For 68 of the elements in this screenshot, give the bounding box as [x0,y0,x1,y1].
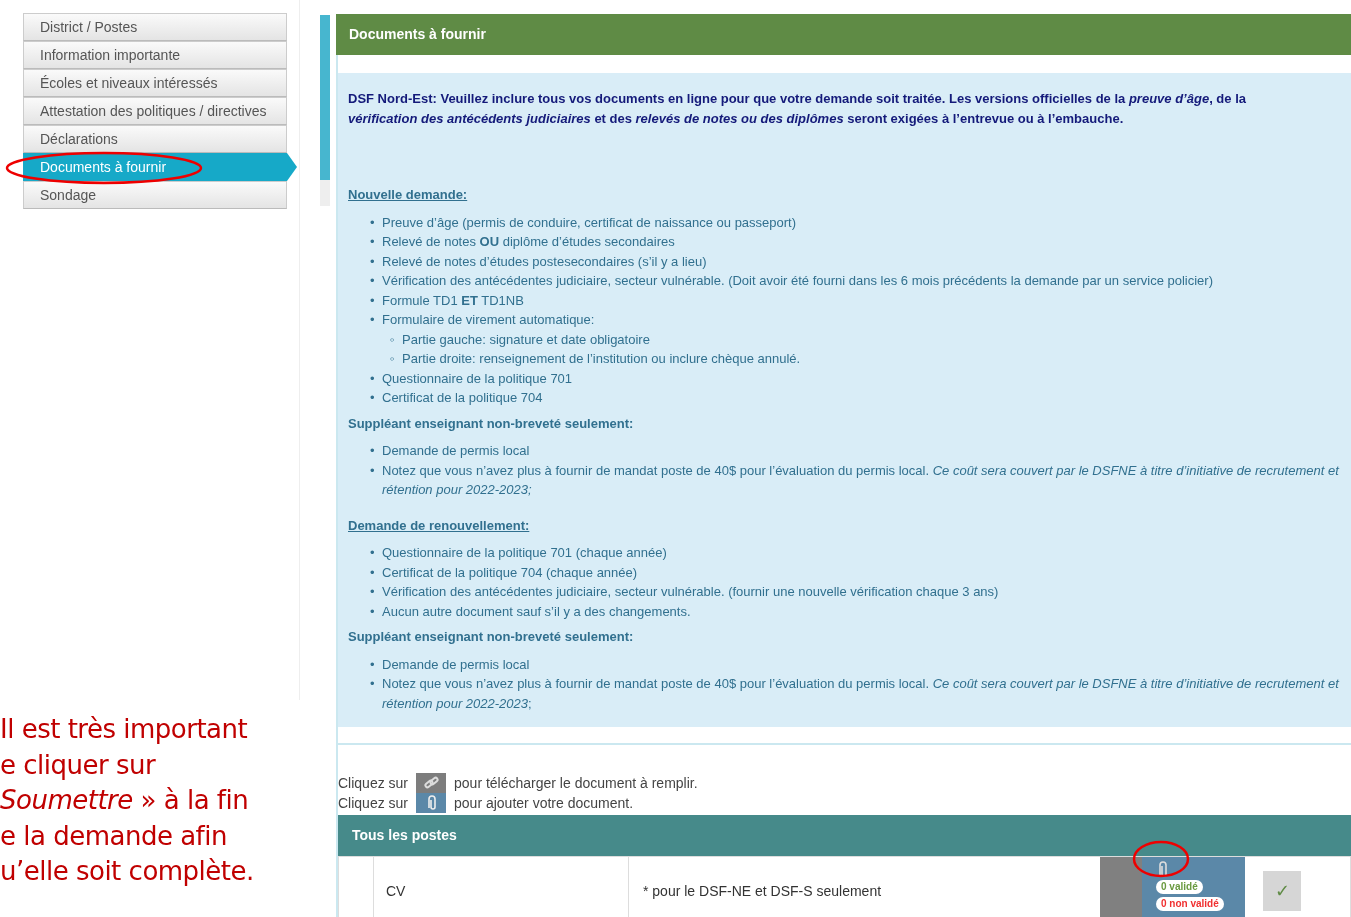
bullet: • [370,675,376,693]
bullet: • [370,461,376,480]
bullet: • [370,602,376,621]
sidebar-item[interactable]: District / Postes [23,13,287,41]
link-icon [416,773,447,793]
bullet: ◦ [390,350,396,368]
bullet: • [370,563,376,582]
sidebar-item[interactable]: Sondage [23,181,287,209]
status-badge: 0 validé [1156,880,1203,894]
section-heading: Demande de renouvellement: [348,516,531,535]
panel-header: Documents à fournir [336,14,1351,55]
bullet: • [370,442,376,460]
bullet: • [370,213,376,232]
bullet: • [370,291,376,310]
section-subheading: Suppléant enseignant non-breveté seulement: [348,414,635,433]
paperclip-icon[interactable] [1156,861,1170,877]
table-header: Tous les postes [338,815,1351,856]
annotation-circle [1131,840,1191,878]
bullet: • [370,655,376,674]
note-line: e cliquer sur [0,748,157,782]
list-item: Notez que vous n’avez plus à fournir de mandat poste de 40$ pour l’évaluation du permis local. Ce coût sera couvert par le DSFNE à titre d’initiative de recrutement et rétention pour 2022-2023; [382,461,1340,499]
list-item: Partie gauche: signature et date obligatoire [402,330,650,349]
list-item: Formule TD1 ET TD1NB [382,291,524,310]
bullet: • [370,369,376,388]
list-item: Demande de permis local [382,655,530,674]
list-item: Preuve d’âge (permis de conduire, certificat de naissance ou passeport) [382,213,797,232]
status-cell [1100,857,1142,917]
list-item: Formulaire de virement automatique: [382,311,595,329]
section-heading: Nouvelle demande: [348,186,469,204]
list-item: Vérification des antécédentes judiciaire, secteur vulnérable. (Doit avoir été fourni dans les 6 mois précédents la demande par un service policier) [382,272,1213,290]
bullet: • [370,233,376,251]
bullet: • [370,544,376,562]
status-badge: 0 non validé [1156,897,1224,911]
list-item: Certificat de la politique 704 [382,389,543,407]
table-cell-text: * pour le DSF-NE et DSF-S seulement [642,881,883,901]
sidebar-item[interactable]: Déclarations [23,125,287,153]
bullet: • [370,252,376,271]
list-item: Certificat de la politique 704 (chaque année) [382,563,638,582]
list-item: Relevé de notes d’études postesecondaires (s’il y a lieu) [382,252,707,271]
intro-text: DSF Nord-Est: Veuillez inclure tous vos documents en ligne pour que votre demande soit traitée. Les versions officielles de la preuve d’âge, de la vérification des antécédents judiciaires et des relevés de notes ou des diplômes seront exigées à l’entrevue ou à l’embauche. [348,90,1247,128]
legend-text: Cliquez sur [338,793,409,813]
list-item: Partie droite: renseignement de l’institution ou inclure chèque annulé. [402,350,801,368]
list-item: Questionnaire de la politique 701 (chaque année) [382,544,667,562]
note-line: Soumettre » à la fin [0,784,250,817]
table-cell: CV [374,857,629,917]
bullet: ◦ [390,330,396,349]
legend-text: pour ajouter votre document. [454,793,634,813]
legend-text: pour télécharger le document à remplir. [454,773,698,793]
bullet: • [370,272,376,290]
list-item: Aucun autre document sauf s’il y a des changements. [382,602,691,621]
sidebar-item[interactable]: Information importante [23,41,287,69]
list-item: Demande de permis local [382,442,530,460]
bullet: • [370,583,376,601]
scrollbar[interactable] [320,15,330,206]
list-item: Vérification des antécédentes judiciaire, secteur vulnérable. (fournir une nouvelle vérification chaque 3 ans) [382,583,999,601]
sidebar-item[interactable]: Attestation des politiques / directives [23,97,287,125]
list-item: Notez que vous n’avez plus à fournir de mandat poste de 40$ pour l’évaluation du permis local. Ce coût sera couvert par le DSFNE à titre d’initiative de recrutement et rétention pour 2022-2023; [382,675,1340,713]
note-line: Il est très important [0,713,249,746]
section-subheading: Suppléant enseignant non-breveté seulement: [348,628,635,646]
note-line: u’elle soit complète. [0,855,255,888]
list-item: Relevé de notes OU diplôme d’études secondaires [382,233,675,251]
note-line: e la demande afin [0,819,228,853]
paperclip-icon [416,793,447,813]
bullet: • [370,311,376,329]
list-item: Questionnaire de la politique 701 [382,369,573,388]
sidebar-item[interactable]: Écoles et niveaux intéressés [23,69,287,97]
legend-text: Cliquez sur [338,773,409,793]
bullet: • [370,389,376,407]
